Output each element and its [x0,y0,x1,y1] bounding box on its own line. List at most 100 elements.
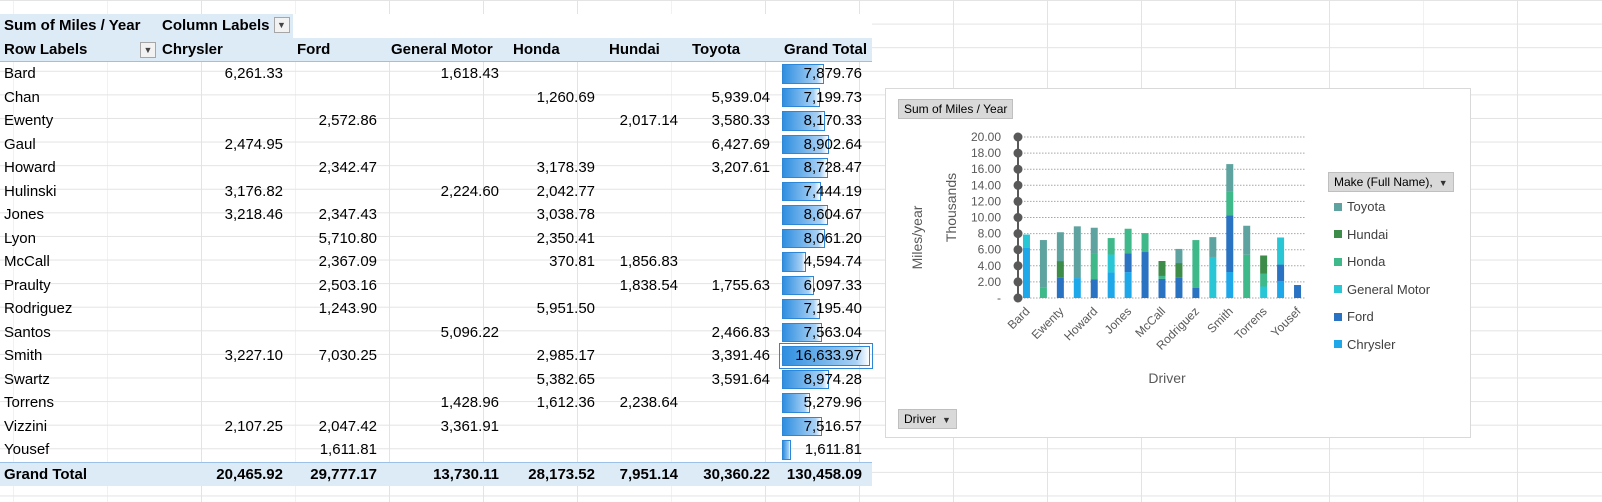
value-cell[interactable]: 2,572.86 [293,109,387,133]
row-label[interactable]: Ewenty [0,109,158,133]
value-cell[interactable] [158,321,293,345]
value-cell[interactable]: 370.81 [509,250,605,274]
row-label[interactable]: Praulty [0,274,158,298]
value-cell[interactable]: 2,224.60 [387,180,509,204]
row-label[interactable]: Rodriguez [0,297,158,321]
value-cell[interactable] [293,62,387,86]
grand-total-cell[interactable]: 7,199.73 [780,86,872,110]
column-filter-dropdown-icon[interactable]: ▼ [273,17,290,34]
value-cell[interactable] [509,438,605,462]
row-label[interactable]: Smith [0,344,158,368]
value-cell[interactable] [688,180,780,204]
grand-total-value[interactable]: 13,730.11 [387,461,509,486]
value-cell[interactable] [605,321,688,345]
row-label[interactable]: Yousef [0,438,158,462]
value-cell[interactable] [387,368,509,392]
grand-total-cell[interactable]: 5,279.96 [780,391,872,415]
value-cell[interactable] [605,227,688,251]
value-cell[interactable] [387,344,509,368]
value-cell[interactable]: 2,342.47 [293,156,387,180]
value-cell[interactable]: 3,178.39 [509,156,605,180]
value-cell[interactable]: 5,382.65 [509,368,605,392]
value-cell[interactable] [293,180,387,204]
row-labels-header[interactable]: Row Labels ▼ [0,37,158,62]
value-cell[interactable]: 1,260.69 [509,86,605,110]
grand-total-cell[interactable]: 16,633.97 [779,343,873,369]
value-cell[interactable] [158,86,293,110]
value-cell[interactable]: 2,503.16 [293,274,387,298]
grand-total-cell[interactable]: 7,563.04 [780,321,872,345]
value-cell[interactable]: 1,856.83 [605,250,688,274]
row-label[interactable]: Torrens [0,391,158,415]
value-cell[interactable] [509,133,605,157]
value-cell[interactable] [158,227,293,251]
value-cell[interactable] [688,297,780,321]
value-cell[interactable] [158,274,293,298]
value-cell[interactable]: 3,038.78 [509,203,605,227]
legend-item-ford[interactable]: Ford [1334,309,1374,324]
grand-total-cell[interactable]: 8,604.67 [780,203,872,227]
value-cell[interactable]: 6,427.69 [688,133,780,157]
value-cell[interactable] [605,415,688,439]
value-cell[interactable]: 5,951.50 [509,297,605,321]
value-cell[interactable]: 1,612.36 [509,391,605,415]
legend-item-hundai[interactable]: Hundai [1334,227,1388,242]
row-label[interactable]: Vizzini [0,415,158,439]
value-cell[interactable]: 2,350.41 [509,227,605,251]
legend-item-toyota[interactable]: Toyota [1334,199,1385,214]
value-cell[interactable]: 6,261.33 [158,62,293,86]
value-cell[interactable]: 3,227.10 [158,344,293,368]
row-label[interactable]: Chan [0,86,158,110]
value-cell[interactable] [688,203,780,227]
value-cell[interactable] [158,368,293,392]
value-cell[interactable]: 2,347.43 [293,203,387,227]
value-cell[interactable] [387,156,509,180]
value-cell[interactable] [509,62,605,86]
grand-total-label[interactable]: Grand Total [0,461,158,486]
value-cell[interactable] [387,250,509,274]
chart-legend-field-button[interactable]: Make (Full Name), ▼ [1328,172,1454,192]
value-cell[interactable] [158,391,293,415]
chart-value-field-button[interactable]: Sum of Miles / Year [898,99,1014,119]
value-cell[interactable] [158,297,293,321]
value-cell[interactable] [509,274,605,298]
value-cell[interactable]: 3,207.61 [688,156,780,180]
grand-total-cell[interactable]: 4,594.74 [780,250,872,274]
value-cell[interactable]: 3,580.33 [688,109,780,133]
value-cell[interactable] [605,62,688,86]
value-cell[interactable]: 2,107.25 [158,415,293,439]
value-cell[interactable]: 7,030.25 [293,344,387,368]
row-label[interactable]: Gaul [0,133,158,157]
value-cell[interactable]: 3,391.46 [688,344,780,368]
grand-total-value[interactable]: 130,458.09 [780,461,872,486]
value-cell[interactable] [158,156,293,180]
value-cell[interactable] [509,321,605,345]
grand-total-cell[interactable]: 8,170.33 [780,109,872,133]
value-cell[interactable] [293,133,387,157]
value-cell[interactable]: 2,466.83 [688,321,780,345]
value-cell[interactable] [387,86,509,110]
value-cell[interactable] [509,109,605,133]
grand-total-value[interactable]: 7,951.14 [605,461,688,486]
value-cell[interactable] [605,86,688,110]
row-label[interactable]: Jones [0,203,158,227]
value-cell[interactable]: 3,591.64 [688,368,780,392]
value-cell[interactable] [387,274,509,298]
value-cell[interactable] [293,86,387,110]
value-cell[interactable] [293,391,387,415]
legend-item-chrysler[interactable]: Chrysler [1334,337,1395,352]
value-cell[interactable] [293,321,387,345]
value-cell[interactable]: 1,611.81 [293,438,387,462]
grand-total-cell[interactable]: 7,444.19 [780,180,872,204]
value-cell[interactable] [293,368,387,392]
value-cell[interactable] [688,438,780,462]
value-cell[interactable] [688,415,780,439]
grand-total-cell[interactable]: 6,097.33 [780,274,872,298]
value-cell[interactable] [605,133,688,157]
pivot-chart[interactable]: Sum of Miles / Year Driver ▼ Make (Full N… [885,88,1471,438]
grand-total-cell[interactable]: 8,974.28 [780,368,872,392]
value-cell[interactable] [387,227,509,251]
value-cell[interactable] [688,227,780,251]
row-label[interactable]: Howard [0,156,158,180]
grand-total-cell[interactable]: 1,611.81 [780,438,872,462]
